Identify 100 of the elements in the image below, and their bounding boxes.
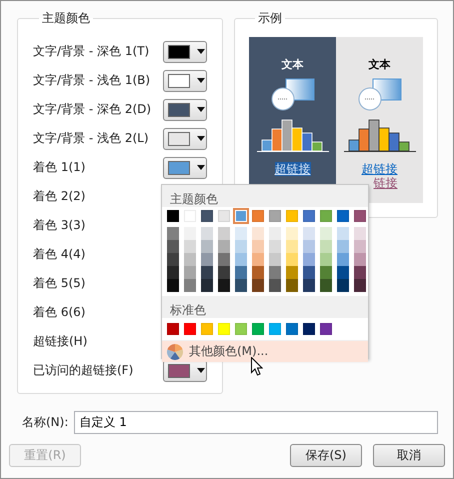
tint-swatch[interactable] [167, 253, 179, 266]
color-label: 着色 4(4) [33, 246, 86, 263]
tint-swatch[interactable] [269, 266, 281, 279]
color-label: 着色 3(3) [33, 217, 86, 234]
tint-swatch[interactable] [269, 253, 281, 266]
tint-swatch[interactable] [167, 279, 179, 292]
color-label: 超链接(H) [33, 333, 88, 350]
tint-swatch[interactable] [286, 266, 298, 279]
tint-swatch[interactable] [320, 253, 332, 266]
group-title: 主题颜色 [41, 10, 91, 27]
tint-swatch[interactable] [303, 266, 315, 279]
tint-swatch[interactable] [337, 227, 349, 240]
color-picker-button[interactable] [163, 70, 207, 92]
tint-swatch[interactable] [252, 279, 264, 292]
color-swatch[interactable] [320, 210, 332, 222]
tint-swatch[interactable] [235, 253, 247, 266]
tint-swatch[interactable] [252, 266, 264, 279]
tint-swatch[interactable] [286, 253, 298, 266]
tint-swatch[interactable] [201, 240, 213, 253]
color-picker-button[interactable] [163, 98, 207, 120]
color-swatch[interactable] [269, 323, 281, 335]
tint-swatch[interactable] [269, 227, 281, 240]
tint-swatch[interactable] [269, 279, 281, 292]
dialog-button[interactable]: 保存(S) [290, 444, 362, 467]
tint-swatch[interactable] [354, 253, 366, 266]
color-label: 着色 6(6) [33, 304, 86, 321]
tint-swatch[interactable] [201, 253, 213, 266]
tint-swatch[interactable] [167, 266, 179, 279]
color-swatch[interactable] [252, 210, 264, 222]
tint-swatch[interactable] [235, 279, 247, 292]
color-swatch[interactable] [235, 323, 247, 335]
dialog-button[interactable]: 取消 [373, 444, 445, 467]
tint-swatch[interactable] [218, 240, 230, 253]
tint-swatch[interactable] [286, 227, 298, 240]
color-swatch[interactable] [286, 323, 298, 335]
tint-swatch[interactable] [252, 240, 264, 253]
tint-swatch[interactable] [286, 279, 298, 292]
caret-icon [197, 136, 205, 141]
color-picker-button[interactable] [163, 156, 207, 178]
tint-swatch[interactable] [252, 227, 264, 240]
tint-swatch[interactable] [235, 240, 247, 253]
tint-swatch[interactable] [184, 266, 196, 279]
color-picker-button[interactable] [163, 40, 207, 62]
name-label: 名称(N): [22, 414, 68, 431]
tint-swatch[interactable] [269, 240, 281, 253]
tint-swatch[interactable] [184, 240, 196, 253]
color-swatch[interactable] [167, 210, 179, 222]
color-swatch[interactable] [218, 323, 230, 335]
tint-swatch[interactable] [354, 279, 366, 292]
color-swatch[interactable] [303, 323, 315, 335]
caret-icon [197, 165, 205, 170]
tint-swatch[interactable] [320, 279, 332, 292]
color-label: 已访问的超链接(F) [33, 362, 134, 379]
tint-swatch[interactable] [184, 279, 196, 292]
tint-swatch[interactable] [235, 227, 247, 240]
name-field[interactable]: 自定义 1 [74, 411, 438, 434]
more-colors-item[interactable]: 其他颜色(M)... [162, 341, 368, 362]
color-swatch[interactable] [354, 210, 366, 222]
tint-swatch[interactable] [218, 227, 230, 240]
tint-swatch[interactable] [303, 253, 315, 266]
tint-swatch[interactable] [167, 240, 179, 253]
tint-swatch[interactable] [320, 227, 332, 240]
color-label: 文字/背景 - 深色 2(D) [33, 101, 152, 118]
color-swatch[interactable] [184, 323, 196, 335]
color-swatch[interactable] [218, 210, 230, 222]
tint-swatch[interactable] [218, 253, 230, 266]
tint-swatch[interactable] [218, 279, 230, 292]
tint-swatch[interactable] [303, 279, 315, 292]
tint-swatch[interactable] [201, 279, 213, 292]
color-swatch[interactable] [269, 210, 281, 222]
tint-swatch[interactable] [167, 227, 179, 240]
color-swatch[interactable] [303, 210, 315, 222]
tint-swatch[interactable] [320, 266, 332, 279]
tint-swatch[interactable] [303, 240, 315, 253]
color-swatch[interactable] [201, 210, 213, 222]
tint-swatch[interactable] [201, 266, 213, 279]
tint-swatch[interactable] [286, 240, 298, 253]
tint-swatch[interactable] [184, 227, 196, 240]
tint-swatch[interactable] [320, 240, 332, 253]
color-swatch[interactable] [252, 323, 264, 335]
tint-swatch[interactable] [337, 279, 349, 292]
color-swatch[interactable] [167, 323, 179, 335]
tint-swatch[interactable] [354, 266, 366, 279]
color-swatch[interactable] [320, 323, 332, 335]
tint-swatch[interactable] [218, 266, 230, 279]
tint-swatch[interactable] [184, 253, 196, 266]
color-picker-button[interactable] [163, 128, 207, 150]
color-swatch[interactable] [286, 210, 298, 222]
tint-swatch[interactable] [337, 266, 349, 279]
tint-swatch[interactable] [354, 227, 366, 240]
tint-swatch[interactable] [354, 240, 366, 253]
tint-swatch[interactable] [337, 240, 349, 253]
tint-swatch[interactable] [303, 227, 315, 240]
tint-swatch[interactable] [201, 227, 213, 240]
tint-swatch[interactable] [235, 266, 247, 279]
color-swatch[interactable] [337, 210, 349, 222]
tint-swatch[interactable] [337, 253, 349, 266]
tint-swatch[interactable] [252, 253, 264, 266]
color-swatch[interactable] [201, 323, 213, 335]
color-label: 着色 5(5) [33, 275, 86, 292]
